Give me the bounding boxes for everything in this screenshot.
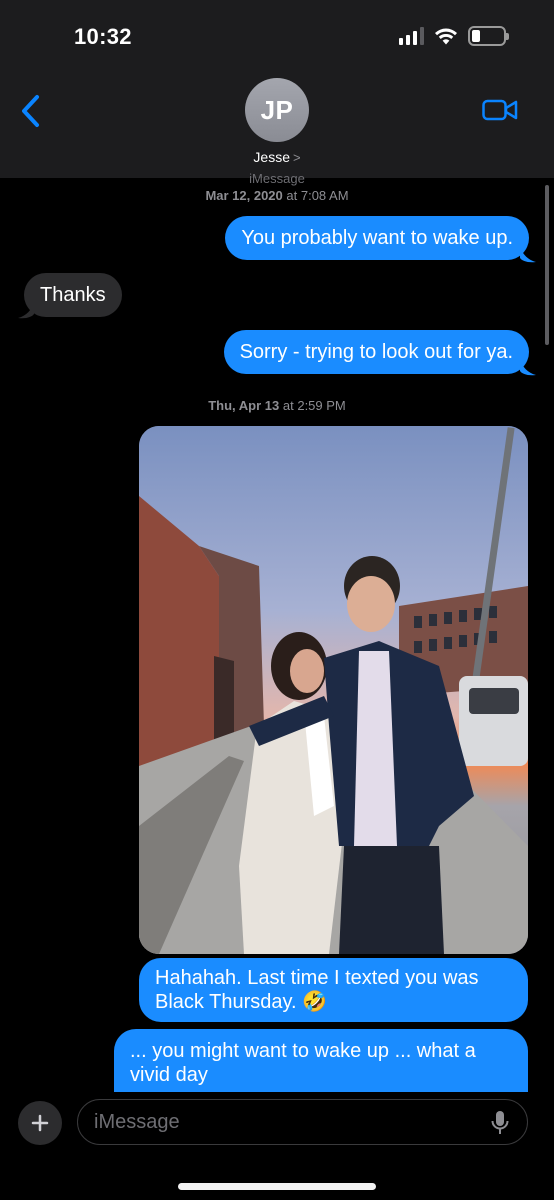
wifi-icon xyxy=(435,28,457,45)
message-text: Sorry - trying to look out for ya. xyxy=(239,341,513,363)
avatar-initials: JP xyxy=(260,94,294,125)
message-text: Thanks xyxy=(40,284,106,306)
timestamp-date: Thu, Apr 13 xyxy=(208,398,280,413)
message-input[interactable] xyxy=(77,1099,528,1145)
outgoing-message[interactable]: You probably want to wake up. xyxy=(225,216,529,260)
photo-image xyxy=(139,426,528,954)
bubble-tail xyxy=(520,359,536,376)
photo-attachment[interactable] xyxy=(139,426,528,954)
message-text: You probably want to wake up. xyxy=(241,227,513,249)
battery-level xyxy=(472,30,481,42)
microphone-icon[interactable] xyxy=(490,1110,510,1136)
chevron-right-icon: > xyxy=(292,150,301,165)
outgoing-message[interactable]: Sorry - trying to look out for ya. xyxy=(223,330,529,374)
status-icons xyxy=(399,26,509,46)
messages-screen: 10:32 JP Jesse > iMessage Mar 12, 2020 a… xyxy=(0,0,554,1200)
scrollbar[interactable] xyxy=(545,185,549,345)
status-time: 10:32 xyxy=(74,24,132,49)
plus-button[interactable] xyxy=(18,1101,62,1145)
battery-icon xyxy=(468,26,509,46)
contact-name-button[interactable]: Jesse > xyxy=(0,149,554,165)
contact-name: Jesse xyxy=(253,149,290,165)
plus-icon xyxy=(31,1114,49,1132)
bubble-tail xyxy=(520,246,536,263)
conversation-header: 10:32 JP Jesse > xyxy=(0,0,554,178)
avatar[interactable]: JP xyxy=(245,78,309,142)
video-camera-icon[interactable] xyxy=(482,98,518,122)
outgoing-message[interactable]: ... you might want to wake up ... what a… xyxy=(114,1029,528,1093)
timestamp-time: at 2:59 PM xyxy=(282,398,346,413)
bubble-tail xyxy=(18,302,34,319)
service-label: iMessage xyxy=(249,171,305,186)
message-text: Hahahah. Last time I texted you was Blac… xyxy=(155,967,479,1013)
timestamp-time: at 7:08 AM xyxy=(286,188,349,203)
timestamp-date: Mar 12, 2020 xyxy=(205,188,283,203)
chevron-left-icon[interactable] xyxy=(18,94,44,128)
message-text: ... you might want to wake up ... what a… xyxy=(130,1040,476,1086)
timestamp: Mar 12, 2020 at 7:08 AM xyxy=(0,188,554,203)
cellular-signal-icon xyxy=(399,27,424,45)
home-indicator[interactable] xyxy=(178,1183,376,1190)
incoming-message[interactable]: Thanks xyxy=(24,273,122,317)
outgoing-message[interactable]: Hahahah. Last time I texted you was Blac… xyxy=(139,958,528,1022)
timestamp: Thu, Apr 13 at 2:59 PM xyxy=(0,398,554,413)
